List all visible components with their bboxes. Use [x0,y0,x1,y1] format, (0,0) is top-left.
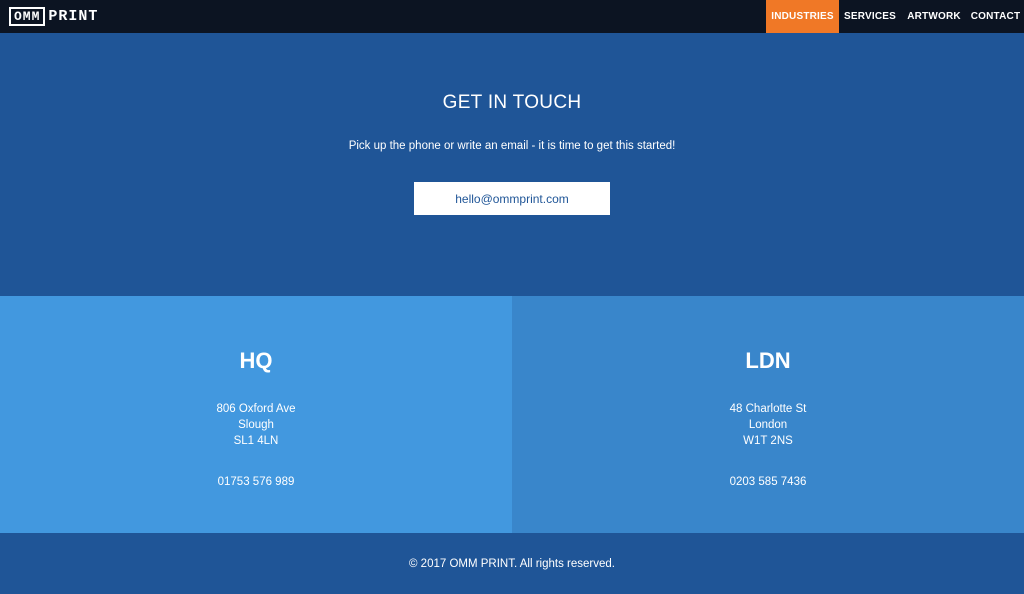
page-title: GET IN TOUCH [442,92,582,113]
nav-link-contact[interactable]: CONTACT [967,0,1024,33]
nav-link-industries[interactable]: INDUSTRIES [766,0,839,33]
address-line: 48 Charlotte St [729,403,807,415]
top-navbar: OMM PRINT INDUSTRIES SERVICES ARTWORK CO… [0,0,1024,33]
logo-word-text: PRINT [48,8,99,25]
omm-print-logo[interactable]: OMM PRINT [0,0,98,33]
contact-hero: GET IN TOUCH Pick up the phone or write … [0,33,1024,296]
office-ldn: LDN 48 Charlotte St London W1T 2NS 0203 … [512,296,1024,533]
office-hq: HQ 806 Oxford Ave Slough SL1 4LN 01753 5… [0,296,512,533]
nav-link-services[interactable]: SERVICES [839,0,901,33]
address-line: 806 Oxford Ave [216,403,296,415]
office-address: 806 Oxford Ave Slough SL1 4LN [0,401,512,449]
office-phone[interactable]: 0203 585 7436 [512,476,1024,488]
nav-links: INDUSTRIES SERVICES ARTWORK CONTACT [766,0,1024,33]
logo-box-text: OMM [9,7,46,26]
hero-subtitle: Pick up the phone or write an email - it… [348,140,676,152]
office-address: 48 Charlotte St London W1T 2NS [512,401,1024,449]
email-button[interactable]: hello@ommprint.com [414,182,610,215]
address-line: W1T 2NS [743,435,793,447]
office-title: LDN [745,348,791,373]
office-phone[interactable]: 01753 576 989 [0,476,512,488]
footer: © 2017 OMM PRINT. All rights reserved. [0,533,1024,594]
address-line: Slough [238,419,274,431]
nav-link-artwork[interactable]: ARTWORK [901,0,967,33]
address-line: London [748,419,788,431]
office-title: HQ [239,348,273,373]
address-line: SL1 4LN [233,435,279,447]
copyright-text: © 2017 OMM PRINT. All rights reserved. [409,557,615,570]
offices-section: HQ 806 Oxford Ave Slough SL1 4LN 01753 5… [0,296,1024,533]
